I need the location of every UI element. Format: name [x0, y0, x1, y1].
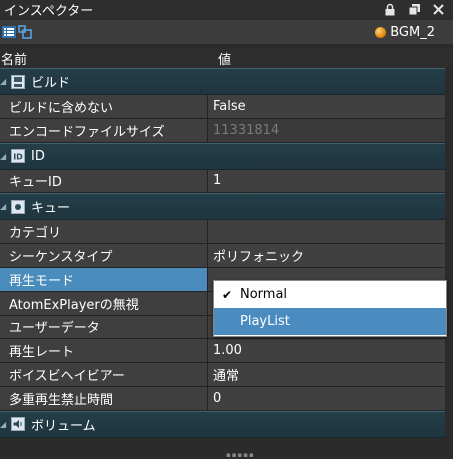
svg-text:ID: ID	[13, 153, 23, 162]
dropdown-option-normal[interactable]: ✔ Normal	[214, 281, 446, 308]
title-bar: インスペクター	[0, 0, 453, 19]
toolbar: BGM_2	[0, 20, 453, 44]
property-name: ボイスビヘイビアー	[0, 363, 207, 386]
play-mode-dropdown[interactable]: ✔ Normal PlayList	[213, 280, 447, 337]
property-grid: ◢ ビルド ビルドに含めない False エンコードファイルサイズ 113318…	[0, 68, 453, 438]
id-icon: ID	[11, 149, 25, 164]
window-title: インスペクター	[4, 4, 94, 19]
property-name: シーケンスタイプ	[0, 244, 207, 267]
column-header: 名前 値	[0, 48, 453, 68]
collapse-icon[interactable]: ◢	[0, 202, 8, 211]
selected-object-name: BGM_2	[390, 24, 435, 40]
property-row[interactable]: ビルドに含めない False	[0, 95, 453, 119]
property-name: AtomExPlayerの無視	[0, 291, 207, 315]
property-name: 多重再生禁止時間	[0, 386, 207, 410]
dropdown-option-playlist[interactable]: PlayList	[214, 308, 446, 335]
group-label: ボリューム	[31, 418, 96, 434]
group-label: キュー	[31, 201, 71, 217]
check-icon: ✔	[221, 287, 233, 302]
name-column-header[interactable]: 名前	[0, 49, 213, 68]
property-name: ビルドに含めない	[0, 95, 207, 118]
property-value[interactable]: ポリフォニック	[207, 244, 453, 267]
category-view-icon[interactable]	[18, 25, 32, 39]
property-value[interactable]: False	[207, 95, 453, 118]
group-id[interactable]: ◢ ID ID	[0, 142, 453, 170]
property-row[interactable]: エンコードファイルサイズ 11331814	[0, 118, 453, 143]
property-value[interactable]: 1.00	[207, 339, 453, 363]
property-name: エンコードファイルサイズ	[0, 118, 207, 142]
collapse-icon[interactable]: ◢	[0, 77, 8, 86]
group-volume[interactable]: ◢ ボリューム	[0, 410, 453, 438]
group-build[interactable]: ◢ ビルド	[0, 68, 453, 95]
property-row[interactable]: 多重再生禁止時間 0	[0, 386, 453, 411]
value-column-header[interactable]: 値	[213, 49, 231, 68]
property-value[interactable]: 通常	[207, 363, 453, 386]
property-value: 11331814	[207, 118, 453, 142]
group-cue[interactable]: ◢ キュー	[0, 193, 453, 221]
property-row[interactable]: カテゴリ	[0, 220, 453, 245]
property-row[interactable]: シーケンスタイプ ポリフォニック	[0, 244, 453, 268]
property-value[interactable]	[207, 220, 453, 244]
group-label: ID	[31, 148, 45, 164]
vertical-scrollbar[interactable]	[445, 68, 453, 458]
property-row[interactable]: ボイスビヘイビアー 通常	[0, 363, 453, 387]
window-controls	[383, 3, 453, 17]
option-label: PlayList	[240, 314, 290, 329]
close-icon[interactable]	[431, 3, 445, 17]
property-value[interactable]: 0	[207, 386, 453, 410]
property-value[interactable]: 1	[207, 169, 453, 193]
collapse-icon[interactable]: ◢	[0, 152, 8, 161]
property-name: カテゴリ	[0, 220, 207, 244]
collapse-icon[interactable]: ◢	[0, 420, 8, 429]
cue-icon	[11, 199, 25, 214]
property-name: ユーザーデータ	[0, 315, 207, 339]
property-name: 再生モード	[0, 267, 207, 291]
lock-icon[interactable]	[383, 3, 397, 17]
restore-icon[interactable]	[407, 3, 421, 17]
cue-ball-icon	[375, 26, 387, 38]
speaker-icon	[11, 417, 25, 432]
list-view-icon[interactable]	[2, 25, 16, 39]
property-name: 再生レート	[0, 339, 207, 363]
option-label: Normal	[240, 287, 288, 302]
build-icon	[11, 74, 25, 89]
selected-object: BGM_2	[375, 25, 453, 40]
property-row[interactable]: 再生レート 1.00	[0, 339, 453, 364]
property-row[interactable]: キューID 1	[0, 169, 453, 194]
group-label: ビルド	[31, 76, 71, 91]
property-name: キューID	[0, 169, 207, 193]
